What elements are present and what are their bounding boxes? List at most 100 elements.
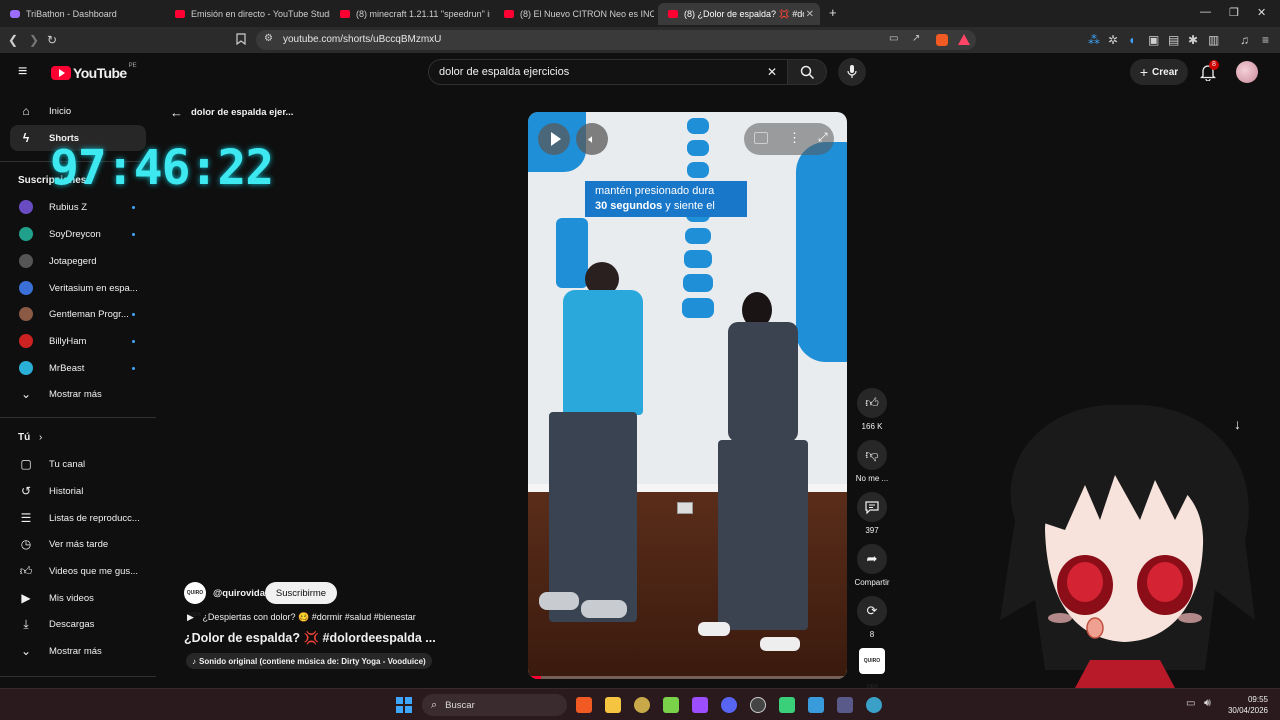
sidebar-item-mis-videos[interactable]: ▶ Mis videos: [10, 585, 146, 611]
app-icon[interactable]: [779, 697, 795, 713]
browser-tab[interactable]: (8) minecraft 1.21.11 "speedrun" in 2...: [330, 3, 490, 25]
remix-button[interactable]: ⟳ 8: [856, 596, 888, 639]
back-icon[interactable]: ❮: [8, 33, 18, 47]
subscribe-button[interactable]: Suscribirme: [265, 582, 337, 604]
sound-chip[interactable]: ♪ Sonido original (contiene música de: D…: [186, 653, 432, 669]
show-more-you[interactable]: ⌄ Mostrar más: [10, 638, 146, 664]
close-tab-icon[interactable]: ✕: [806, 9, 814, 20]
cast-icon[interactable]: ▭: [889, 33, 898, 44]
site-info-icon[interactable]: ⚙: [264, 33, 273, 44]
app-icon[interactable]: [692, 697, 708, 713]
sidebar-item-label: Mostrar más: [49, 645, 102, 657]
translate-extension-icon[interactable]: ⁂: [1088, 33, 1100, 47]
windows-start-icon[interactable]: [396, 697, 412, 713]
video-title[interactable]: ¿Dolor de espalda? 💢 #dolordeespalda ...: [184, 631, 436, 646]
brave-shields-icon[interactable]: [936, 34, 948, 46]
extension-icon[interactable]: ▤: [1168, 33, 1179, 47]
browser-tab-active[interactable]: (8) ¿Dolor de espalda? 💢 #dolo... ✕: [658, 3, 820, 25]
extension-icon[interactable]: ▣: [1148, 33, 1159, 47]
show-more-subscriptions[interactable]: ⌄ Mostrar más: [10, 381, 146, 407]
hamburger-menu-icon[interactable]: ≡: [18, 63, 27, 81]
sidebar-toggle-icon[interactable]: ▥: [1208, 33, 1219, 47]
captions-icon[interactable]: [754, 132, 768, 144]
file-explorer-icon[interactable]: [605, 697, 621, 713]
channel-logo[interactable]: QUIRO VIDA: [184, 582, 206, 618]
brave-browser-icon[interactable]: [576, 697, 592, 713]
app-icon[interactable]: [866, 697, 882, 713]
like-button[interactable]: 👍︎ 166 K: [856, 388, 888, 431]
app-icon[interactable]: [663, 697, 679, 713]
short-video-player[interactable]: mantén presionado dura 30 segundos y sie…: [528, 112, 847, 679]
sound-thumbnail[interactable]: QUIRO VIDA: [859, 648, 885, 690]
you-heading[interactable]: Tú ›: [18, 432, 42, 443]
back-to-search[interactable]: ← dolor de espalda ejer...: [170, 105, 293, 120]
sidebar-sub-rubius[interactable]: Rubius Z: [10, 194, 146, 220]
tribathon-favicon-icon: [10, 10, 20, 18]
browser-tab[interactable]: TriBathon - Dashboard: [0, 3, 165, 25]
dislike-button[interactable]: 👎︎ No me ...: [856, 440, 888, 483]
clear-search-icon[interactable]: ✕: [767, 65, 777, 79]
close-window-icon[interactable]: ✕: [1257, 6, 1266, 19]
extensions-puzzle-icon[interactable]: ✱: [1188, 33, 1198, 47]
video-description[interactable]: ▶ ¿Despiertas con dolor? 🥴 #dormir #salu…: [187, 612, 416, 623]
new-tab-icon[interactable]: +: [829, 5, 837, 20]
minimize-icon[interactable]: —: [1200, 6, 1211, 18]
channel-name[interactable]: @quirovida: [213, 588, 265, 599]
taskbar-clock[interactable]: 09:55 30/04/2026: [1226, 694, 1268, 716]
sidebar-sub-soydreycon[interactable]: SoyDreycon: [10, 221, 146, 247]
create-label: Crear: [1152, 66, 1179, 78]
taskbar-search[interactable]: ⌕ Buscar: [422, 694, 567, 716]
notifications-button[interactable]: 8: [1199, 60, 1219, 86]
video-progress-bar[interactable]: [528, 676, 847, 679]
chevron-down-icon: ⌄: [20, 644, 32, 658]
obs-icon[interactable]: [750, 697, 766, 713]
app-icon[interactable]: [808, 697, 824, 713]
sidebar-item-descargas[interactable]: ⤓ Descargas: [10, 611, 146, 637]
voice-search-button[interactable]: [838, 58, 866, 86]
sidebar-item-listas[interactable]: ☰ Listas de reproducc...: [10, 505, 146, 531]
sidebar-sub-billyham[interactable]: BillyHam: [10, 328, 146, 354]
share-button[interactable]: ➦ Compartir: [854, 544, 890, 587]
sidebar-sub-gentleman[interactable]: Gentleman Progr...: [10, 301, 146, 327]
create-button[interactable]: + Crear: [1130, 59, 1188, 85]
account-avatar[interactable]: [1236, 61, 1258, 83]
comments-button[interactable]: 397: [856, 492, 888, 535]
more-options-icon[interactable]: ⋮: [788, 130, 801, 146]
menu-icon[interactable]: ≡: [1262, 33, 1269, 47]
sidebar-divider: [0, 676, 156, 677]
sidebar-sub-jotapegerd[interactable]: Jotapegerd: [10, 248, 146, 274]
brave-rewards-icon[interactable]: [958, 34, 970, 45]
network-icon[interactable]: ▭: [1186, 698, 1195, 709]
volume-tray-icon[interactable]: 🔊︎: [1204, 697, 1211, 710]
search-button[interactable]: [787, 59, 827, 85]
app-icon[interactable]: [837, 697, 853, 713]
discord-icon[interactable]: [721, 697, 737, 713]
sound-thumbnail-text: QUIRO VIDA: [863, 658, 881, 690]
browser-tab[interactable]: Emisión en directo - YouTube Studio: [165, 3, 330, 25]
media-controls-icon[interactable]: ♫: [1240, 33, 1249, 47]
sidebar-sub-mrbeast[interactable]: MrBeast: [10, 355, 146, 381]
sidebar-sub-veritasium[interactable]: Veritasium en espa...: [10, 275, 146, 301]
sidebar-item-historial[interactable]: ↺ Historial: [10, 478, 146, 504]
bookmark-icon[interactable]: [236, 33, 246, 48]
sidebar-item-ver-mas-tarde[interactable]: ◷ Ver más tarde: [10, 531, 146, 557]
browser-tab[interactable]: (8) El Nuevo CITRON Neo es INCREÍB...: [494, 3, 654, 25]
play-button[interactable]: [538, 123, 570, 155]
address-field[interactable]: ⚙ youtube.com/shorts/uBccqBMzmxU ▭ ↗: [256, 30, 976, 50]
youtube-logo[interactable]: YouTube PE: [51, 63, 137, 81]
sidebar-item-tu-canal[interactable]: ▢ Tu canal: [10, 451, 146, 477]
mute-button[interactable]: 🔈︎: [576, 123, 608, 155]
extension-icon[interactable]: ✲: [1108, 33, 1118, 47]
app-icon[interactable]: [634, 697, 650, 713]
forward-icon[interactable]: ❯: [29, 33, 39, 47]
sidebar-item-videos-que-me-gustan[interactable]: 👍︎ Videos que me gus...: [10, 558, 146, 584]
restore-icon[interactable]: ❐: [1229, 6, 1239, 19]
search-input[interactable]: dolor de espalda ejercicios ✕: [428, 59, 788, 85]
youtube-favicon-icon: [175, 10, 185, 18]
audio-extension-icon[interactable]: ◖: [1128, 33, 1135, 47]
fullscreen-icon[interactable]: ⤢: [818, 130, 828, 145]
share-page-icon[interactable]: ↗: [912, 33, 920, 44]
comment-icon: [857, 492, 887, 522]
reload-icon[interactable]: ↻: [47, 33, 57, 47]
sidebar-item-inicio[interactable]: ⌂ Inicio: [10, 98, 146, 124]
